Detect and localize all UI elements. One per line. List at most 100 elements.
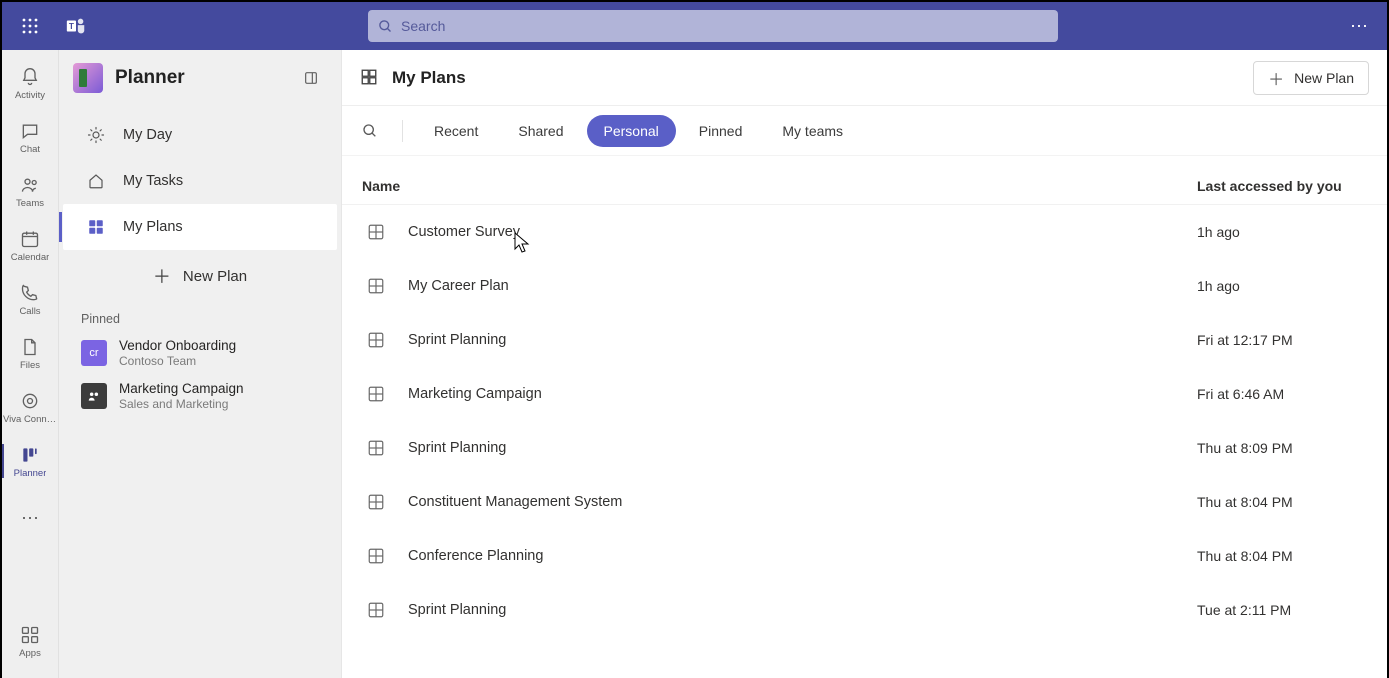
people-small-icon [87, 389, 101, 403]
plan-icon [362, 223, 390, 241]
plans-list: Customer Survey 1h ago My Career Plan 1h… [342, 205, 1387, 637]
plan-accessed: Thu at 8:04 PM [1197, 548, 1367, 564]
pinned-subtitle: Sales and Marketing [119, 397, 244, 411]
tab-personal[interactable]: Personal [587, 115, 676, 147]
rail-label: Chat [20, 144, 40, 155]
content-header: My Plans ＋ New Plan [342, 50, 1387, 106]
popout-icon [303, 70, 319, 86]
rail-label: Apps [19, 648, 41, 659]
global-search[interactable] [368, 10, 1058, 42]
rail-label: Viva Connec... [3, 414, 57, 425]
calendar-icon [19, 228, 41, 250]
rail-calls[interactable]: Calls [2, 272, 58, 326]
sidebar-item-my-tasks[interactable]: My Tasks [63, 158, 337, 204]
sidebar-app-title: Planner [115, 67, 297, 89]
plan-avatar [81, 383, 107, 409]
sidebar-item-my-day[interactable]: My Day [63, 112, 337, 158]
tab-label: My teams [782, 123, 843, 139]
planner-logo-icon [73, 63, 103, 93]
planner-icon [19, 444, 41, 466]
waffle-icon [22, 18, 38, 34]
plan-accessed: 1h ago [1197, 224, 1367, 240]
title-bar: T ⋯ [0, 0, 1389, 50]
search-icon [362, 123, 378, 139]
plan-icon [362, 547, 390, 565]
plan-icon [362, 439, 390, 457]
table-row[interactable]: Sprint Planning Tue at 2:11 PM [342, 583, 1387, 637]
table-row[interactable]: Constituent Management System Thu at 8:0… [342, 475, 1387, 529]
plan-icon [362, 331, 390, 349]
rail-chat[interactable]: Chat [2, 110, 58, 164]
tab-label: Recent [434, 123, 478, 139]
pinned-item-vendor-onboarding[interactable]: cr Vendor Onboarding Contoso Team [59, 332, 341, 375]
rail-teams[interactable]: Teams [2, 164, 58, 218]
rail-apps[interactable]: Apps [2, 614, 58, 668]
sidebar-item-label: My Tasks [123, 173, 183, 189]
sidebar-item-label: My Plans [123, 219, 183, 235]
new-plan-label: New Plan [1294, 70, 1354, 86]
rail-viva[interactable]: Viva Connec... [2, 380, 58, 434]
rail-planner[interactable]: Planner [2, 434, 58, 488]
plan-accessed: Thu at 8:09 PM [1197, 440, 1367, 456]
search-icon [378, 19, 393, 34]
table-row[interactable]: Conference Planning Thu at 8:04 PM [342, 529, 1387, 583]
file-icon [19, 336, 41, 358]
page-title: My Plans [392, 68, 1253, 88]
sidebar-new-plan-label: New Plan [183, 268, 247, 285]
pinned-title: Marketing Campaign [119, 381, 244, 397]
pinned-item-marketing-campaign[interactable]: Marketing Campaign Sales and Marketing [59, 375, 341, 418]
tab-shared[interactable]: Shared [501, 115, 580, 147]
viva-icon [19, 390, 41, 412]
app-launcher-button[interactable] [14, 10, 46, 42]
tab-my-teams[interactable]: My teams [765, 115, 860, 147]
tab-label: Personal [604, 123, 659, 139]
rail-label: Files [20, 360, 40, 371]
phone-icon [19, 282, 41, 304]
teams-logo-icon: T [64, 14, 88, 38]
plan-name: Customer Survey [408, 224, 1197, 240]
home-icon [85, 172, 107, 190]
divider [402, 120, 403, 142]
tab-pinned[interactable]: Pinned [682, 115, 760, 147]
column-name[interactable]: Name [362, 178, 1197, 194]
settings-more-button[interactable]: ⋯ [1343, 10, 1375, 42]
plan-name: Sprint Planning [408, 602, 1197, 618]
rail-more[interactable]: ⋯ [2, 492, 58, 546]
rail-calendar[interactable]: Calendar [2, 218, 58, 272]
table-header: Name Last accessed by you [342, 156, 1387, 205]
planner-sidebar: Planner My Day My Tasks [59, 50, 342, 678]
table-row[interactable]: Marketing Campaign Fri at 6:46 AM [342, 367, 1387, 421]
filter-search-button[interactable] [352, 113, 388, 149]
plan-icon [362, 601, 390, 619]
column-accessed[interactable]: Last accessed by you [1197, 178, 1367, 194]
table-row[interactable]: Sprint Planning Thu at 8:09 PM [342, 421, 1387, 475]
tab-label: Pinned [699, 123, 743, 139]
people-icon [19, 174, 41, 196]
chat-icon [19, 120, 41, 142]
sidebar-item-label: My Day [123, 127, 172, 143]
table-row[interactable]: Sprint Planning Fri at 12:17 PM [342, 313, 1387, 367]
pinned-subtitle: Contoso Team [119, 354, 236, 368]
sidebar-new-plan-button[interactable]: ＋ New Plan [59, 254, 341, 298]
rail-files[interactable]: Files [2, 326, 58, 380]
rail-label: Planner [14, 468, 47, 479]
table-row[interactable]: My Career Plan 1h ago [342, 259, 1387, 313]
sidebar-item-my-plans[interactable]: My Plans [63, 204, 337, 250]
tab-recent[interactable]: Recent [417, 115, 495, 147]
plan-name: Sprint Planning [408, 440, 1197, 456]
plan-accessed: 1h ago [1197, 278, 1367, 294]
rail-label: Calendar [11, 252, 50, 263]
plan-name: Constituent Management System [408, 494, 1197, 510]
filter-tabs: Recent Shared Personal Pinned My teams [342, 106, 1387, 156]
plus-icon: ＋ [153, 263, 171, 289]
popout-button[interactable] [297, 64, 325, 92]
table-row[interactable]: Customer Survey 1h ago [342, 205, 1387, 259]
sun-icon [85, 126, 107, 144]
search-input[interactable] [401, 18, 1048, 34]
new-plan-button[interactable]: ＋ New Plan [1253, 61, 1369, 95]
plan-accessed: Fri at 6:46 AM [1197, 386, 1367, 402]
app-rail: Activity Chat Teams Calendar Calls [2, 50, 59, 678]
ellipsis-icon: ⋯ [1350, 16, 1368, 37]
rail-activity[interactable]: Activity [2, 56, 58, 110]
ellipsis-icon: ⋯ [19, 507, 41, 529]
